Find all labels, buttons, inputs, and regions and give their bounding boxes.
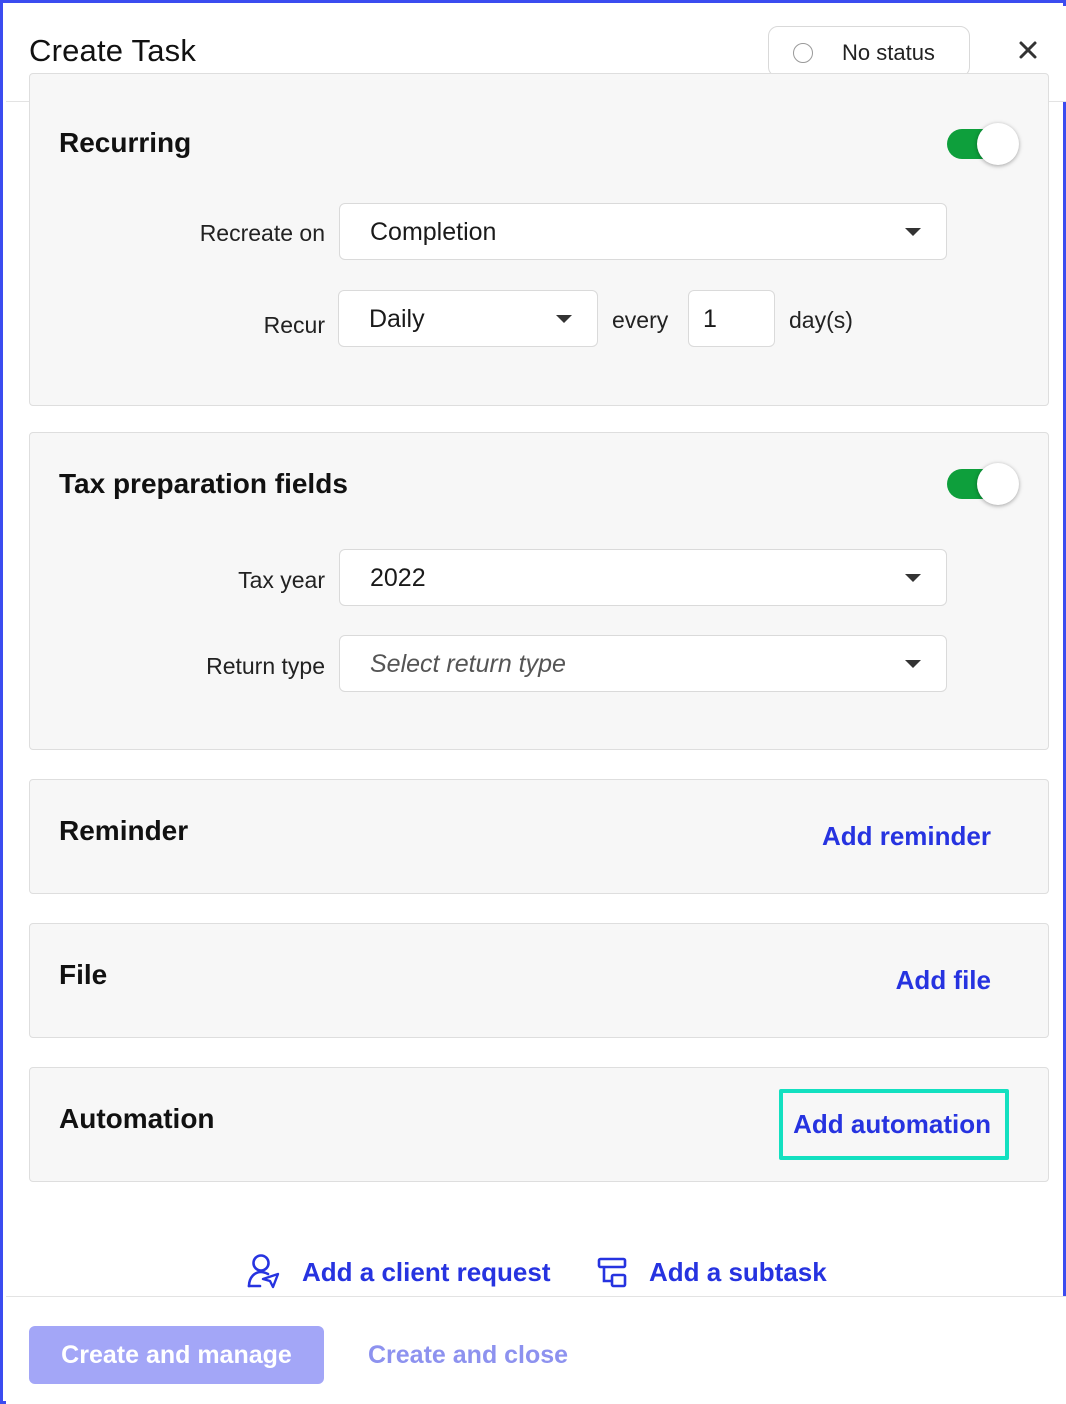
recreate-on-label: Recreate on: [199, 220, 325, 246]
interval-input[interactable]: 1: [688, 290, 775, 347]
dialog-footer: Create and manage Create and close: [6, 1296, 1066, 1404]
add-subtask-label: Add a subtask: [649, 1257, 827, 1287]
status-label: No status: [842, 40, 935, 65]
recreate-on-value: Completion: [370, 218, 497, 246]
user-send-icon: [247, 1254, 280, 1289]
create-and-close-button[interactable]: Create and close: [368, 1341, 568, 1370]
recurring-section: Recurring Recreate on Completion Recur D…: [29, 73, 1049, 406]
return-type-label: Return type: [206, 653, 325, 679]
chevron-down-icon: [905, 660, 921, 668]
unit-label: day(s): [789, 307, 853, 333]
return-type-select[interactable]: Select return type: [339, 635, 947, 692]
recur-select[interactable]: Daily: [338, 290, 598, 347]
chevron-down-icon: [556, 315, 572, 323]
automation-title: Automation: [59, 1103, 215, 1134]
tax-toggle[interactable]: [947, 463, 1019, 505]
status-selector[interactable]: No status: [768, 26, 970, 77]
return-type-placeholder: Select return type: [370, 650, 566, 678]
toggle-knob: [977, 123, 1019, 165]
tax-year-value: 2022: [370, 564, 426, 592]
chevron-down-icon: [905, 574, 921, 582]
add-file-link[interactable]: Add file: [896, 965, 991, 996]
file-section: File Add file: [29, 923, 1049, 1038]
recurring-toggle[interactable]: [947, 123, 1019, 165]
automation-section: Automation Add automation: [29, 1067, 1049, 1182]
tax-section: Tax preparation fields Tax year 2022 Ret…: [29, 432, 1049, 750]
add-client-request-link[interactable]: Add a client request: [246, 1251, 556, 1291]
recurring-title: Recurring: [59, 127, 192, 158]
tax-year-select[interactable]: 2022: [339, 549, 947, 606]
close-button[interactable]: [1016, 38, 1040, 62]
bottom-links: Add a client request Add a subtask: [3, 1243, 1066, 1299]
create-task-dialog: Create Task No status Recurring Recreate…: [0, 0, 1066, 1404]
recur-value: Daily: [369, 305, 425, 333]
close-icon: [1019, 41, 1037, 59]
status-radio-icon: [793, 43, 813, 63]
chevron-down-icon: [905, 228, 921, 236]
tax-title: Tax preparation fields: [59, 468, 348, 499]
add-automation-link[interactable]: Add automation: [793, 1109, 991, 1140]
interval-value: 1: [703, 305, 717, 333]
create-and-manage-label: Create and manage: [61, 1341, 292, 1369]
add-subtask-link[interactable]: Add a subtask: [596, 1251, 836, 1291]
every-label: every: [612, 307, 669, 333]
tax-year-label: Tax year: [238, 567, 325, 593]
reminder-title: Reminder: [59, 815, 189, 846]
add-client-request-label: Add a client request: [302, 1257, 551, 1287]
file-title: File: [59, 959, 108, 990]
recur-label: Recur: [263, 312, 325, 338]
toggle-knob: [977, 463, 1019, 505]
recreate-on-select[interactable]: Completion: [339, 203, 947, 260]
reminder-section: Reminder Add reminder: [29, 779, 1049, 894]
add-reminder-link[interactable]: Add reminder: [822, 821, 991, 852]
dialog-title: Create Task: [29, 33, 197, 68]
subtask-icon: [597, 1257, 627, 1288]
create-and-manage-button[interactable]: Create and manage: [29, 1326, 324, 1384]
